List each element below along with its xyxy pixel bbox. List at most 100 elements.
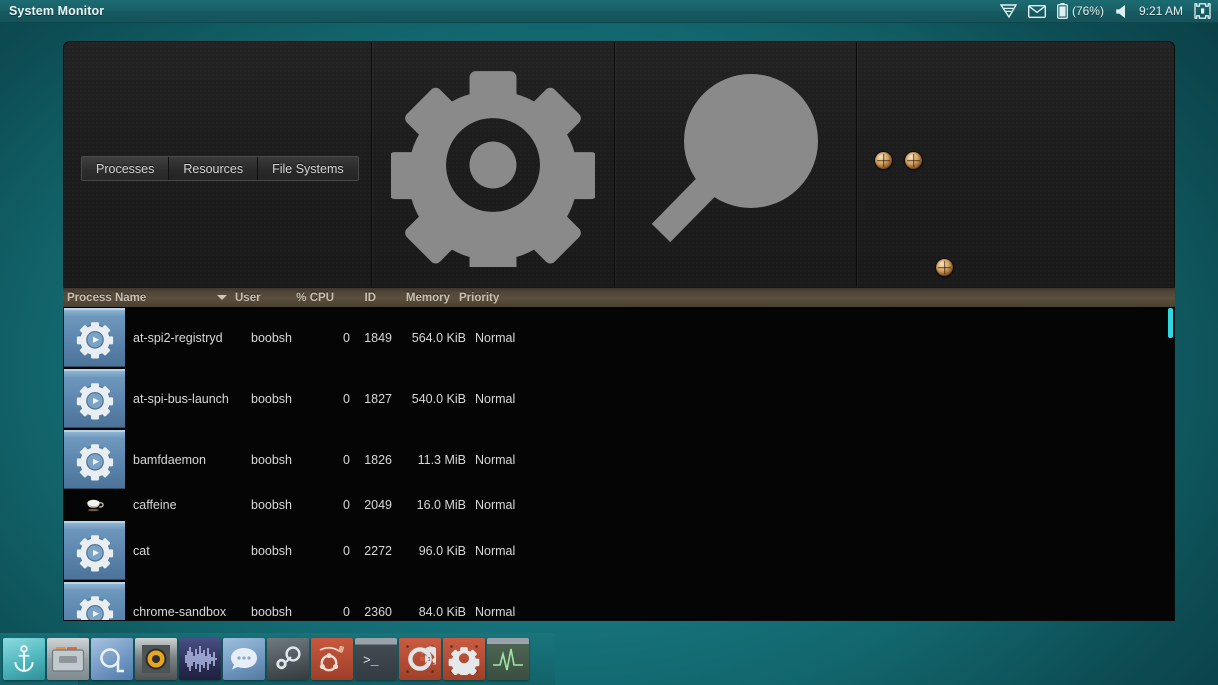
pane-separator-3 (856, 42, 857, 287)
process-memory: 84.0 KiB (418, 604, 466, 619)
process-user: boobsh (251, 543, 293, 558)
rivet-1[interactable] (875, 152, 892, 169)
vertical-scrollbar[interactable] (1168, 307, 1173, 619)
session-menu-icon (1194, 3, 1211, 19)
process-name: cat (133, 543, 150, 558)
scrollbar-thumb[interactable] (1168, 308, 1173, 338)
mail-indicator[interactable] (1027, 4, 1046, 18)
chat-icon[interactable] (223, 638, 265, 680)
column-header-priority[interactable]: Priority (459, 292, 529, 304)
table-row[interactable]: chrome-sandbox boobsh 0 2360 84.0 KiB No… (64, 581, 1174, 620)
system-settings-icon[interactable] (443, 638, 485, 680)
dock: >_ (0, 633, 555, 685)
steam-icon[interactable] (267, 638, 309, 680)
rivet-2[interactable] (905, 152, 922, 169)
rhythmbox-icon[interactable] (135, 638, 177, 680)
network-indicator[interactable] (999, 4, 1017, 18)
column-header-memory[interactable]: Memory (376, 292, 450, 304)
gear-app-icon (64, 369, 125, 428)
process-user: boobsh (251, 498, 293, 512)
process-memory: 540.0 KiB (411, 391, 466, 406)
tab-bar: Processes Resources File Systems (81, 156, 359, 181)
tab-resources[interactable]: Resources (169, 157, 259, 180)
process-priority: Normal (475, 330, 516, 345)
tab-file-systems-label: File Systems (272, 161, 344, 176)
table-row[interactable]: bamfdaemon boobsh 0 1826 11.3 MiB Normal (64, 429, 1174, 490)
volume-indicator[interactable] (1115, 4, 1128, 19)
column-header-cpu[interactable]: % CPU (292, 292, 334, 304)
process-priority: Normal (475, 604, 516, 619)
process-id: 1826 (364, 452, 392, 467)
process-user: boobsh (251, 330, 293, 345)
volume-icon (1116, 4, 1125, 18)
tab-processes-label: Processes (96, 161, 155, 176)
search-icon (651, 74, 818, 243)
session-menu[interactable] (1194, 3, 1211, 19)
battery-percent-label: (76%) (1071, 4, 1104, 18)
table-row[interactable]: at-spi-bus-launch boobsh 0 1827 540.0 Ki… (64, 368, 1174, 429)
process-name: at-spi2-registryd (133, 330, 223, 345)
process-user: boobsh (251, 391, 293, 406)
docky-anchor-icon[interactable] (3, 638, 45, 680)
top-panel: System Monitor (76%) 9:21 AM (0, 0, 1218, 23)
gear-app-icon (64, 582, 125, 620)
column-header-priority-label: Priority (459, 291, 500, 304)
battery-icon (1057, 3, 1068, 19)
process-priority: Normal (475, 498, 516, 512)
terminal-icon[interactable]: >_ (355, 638, 397, 680)
process-user: boobsh (251, 452, 293, 467)
process-list[interactable]: at-spi2-registryd boobsh 0 1849 564.0 Ki… (63, 307, 1175, 621)
window-upper-area: Processes Resources File Systems (63, 41, 1175, 287)
column-header-process-name[interactable]: Process Name (67, 292, 227, 304)
ubuntu-software-icon[interactable] (311, 638, 353, 680)
process-cpu: 0 (343, 543, 350, 558)
panel-indicators: (76%) 9:21 AM (999, 3, 1218, 19)
audacity-icon[interactable] (179, 638, 221, 680)
rivet-3[interactable] (936, 259, 953, 276)
process-id: 2360 (364, 604, 392, 619)
panel-window-title[interactable]: System Monitor (9, 4, 104, 18)
table-column-header: Process Name User % CPU ID Memory Priori… (63, 287, 1175, 307)
column-header-id[interactable]: ID (334, 292, 377, 304)
column-header-process-name-label: Process Name (67, 291, 147, 304)
process-name: bamfdaemon (133, 452, 206, 467)
svg-text:>_: >_ (363, 653, 379, 668)
process-cpu: 0 (343, 330, 350, 345)
tab-processes[interactable]: Processes (82, 157, 170, 180)
process-id: 1849 (364, 330, 392, 345)
gear-app-icon (64, 521, 125, 580)
tab-resources-label: Resources (183, 161, 244, 176)
process-name: caffeine (133, 498, 177, 512)
table-row[interactable]: cat boobsh 0 2272 96.0 KiB Normal (64, 520, 1174, 581)
process-memory: 96.0 KiB (418, 543, 466, 558)
file-manager-icon[interactable] (47, 638, 89, 680)
clock-label[interactable]: 9:21 AM (1139, 4, 1183, 18)
process-cpu: 0 (343, 604, 350, 619)
process-priority: Normal (475, 452, 516, 467)
process-cpu: 0 (343, 498, 350, 512)
update-manager-icon[interactable] (399, 638, 441, 680)
process-name: at-spi-bus-launch (133, 391, 229, 406)
process-id: 1827 (364, 391, 392, 406)
battery-indicator[interactable]: (76%) (1057, 3, 1104, 19)
gear-app-icon (64, 430, 125, 489)
gear-app-icon (64, 308, 125, 367)
column-header-user[interactable]: User (235, 292, 292, 304)
chrome-browser-icon[interactable] (91, 638, 133, 680)
process-cpu: 0 (343, 452, 350, 467)
process-memory: 16.0 MiB (416, 498, 466, 512)
process-cpu: 0 (343, 391, 350, 406)
search-graphic-pane (614, 42, 856, 287)
column-header-cpu-label: % CPU (296, 291, 334, 304)
process-priority: Normal (475, 543, 516, 558)
gear-icon (390, 71, 595, 267)
column-header-user-label: User (235, 291, 261, 304)
process-name: chrome-sandbox (133, 604, 227, 619)
coffee-cup-icon (64, 498, 125, 512)
column-header-memory-label: Memory (405, 291, 450, 304)
table-row[interactable]: at-spi2-registryd boobsh 0 1849 564.0 Ki… (64, 307, 1174, 368)
system-monitor-icon[interactable] (487, 638, 529, 680)
table-row[interactable]: caffeine boobsh 0 2049 16.0 MiB Normal (64, 490, 1174, 520)
tab-file-systems[interactable]: File Systems (258, 157, 358, 180)
process-id: 2049 (364, 498, 392, 512)
